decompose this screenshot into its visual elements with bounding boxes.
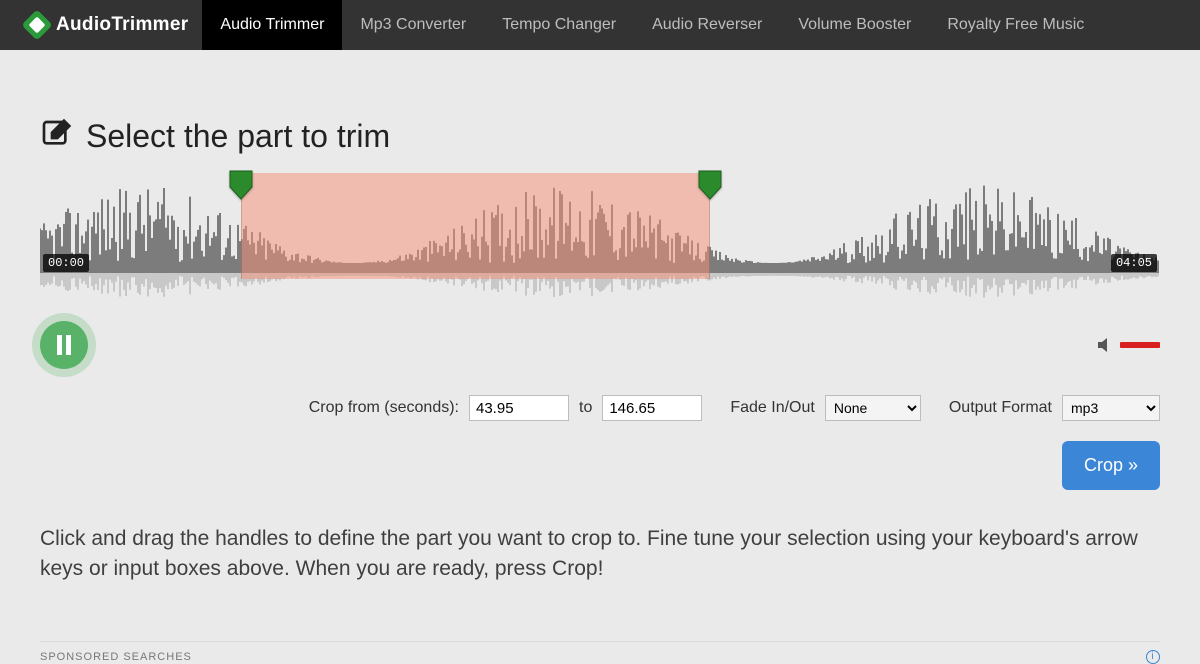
logo-icon [21,9,52,40]
instructions-text: Click and drag the handles to define the… [40,524,1160,585]
fade-select[interactable]: None [825,395,921,421]
sponsored-label: SPONSORED SEARCHES [40,651,192,663]
main-nav: Audio TrimmerMp3 ConverterTempo ChangerA… [202,0,1102,50]
crop-button[interactable]: Crop » [1062,441,1160,490]
heading-text: Select the part to trim [86,118,390,155]
time-end-badge: 04:05 [1111,254,1157,272]
selection-handle-right[interactable] [697,169,723,201]
crop-from-input[interactable] [469,395,569,421]
crop-form: Crop from (seconds): to Fade In/Out None… [40,395,1160,421]
format-label: Output Format [949,399,1052,417]
nav-item[interactable]: Tempo Changer [484,0,634,50]
selection-handle-left[interactable] [228,169,254,201]
to-label: to [579,399,592,417]
volume-control[interactable] [1098,338,1160,352]
sponsored-bar: SPONSORED SEARCHES i [40,641,1160,664]
top-navbar: AudioTrimmer Audio TrimmerMp3 ConverterT… [0,0,1200,50]
edit-icon [40,118,72,155]
nav-item[interactable]: Audio Reverser [634,0,780,50]
brand-name: AudioTrimmer [56,14,188,36]
nav-item[interactable]: Mp3 Converter [342,0,484,50]
brand-logo[interactable]: AudioTrimmer [26,14,188,36]
nav-item[interactable]: Audio Trimmer [202,0,342,50]
crop-from-label: Crop from (seconds): [309,399,459,417]
time-start-badge: 00:00 [43,254,89,272]
nav-item[interactable]: Volume Booster [780,0,929,50]
waveform-editor[interactable]: 00:00 04:05 [40,173,1160,303]
pause-icon [55,335,73,355]
format-select[interactable]: mp3 [1062,395,1160,421]
pause-button[interactable] [40,321,88,369]
selection-overlay[interactable] [241,173,710,279]
info-icon[interactable]: i [1146,650,1160,664]
nav-item[interactable]: Royalty Free Music [929,0,1102,50]
fade-label: Fade In/Out [730,399,815,417]
volume-icon [1098,338,1114,352]
page-heading: Select the part to trim [40,118,1160,155]
crop-to-input[interactable] [602,395,702,421]
volume-bar[interactable] [1120,342,1160,348]
